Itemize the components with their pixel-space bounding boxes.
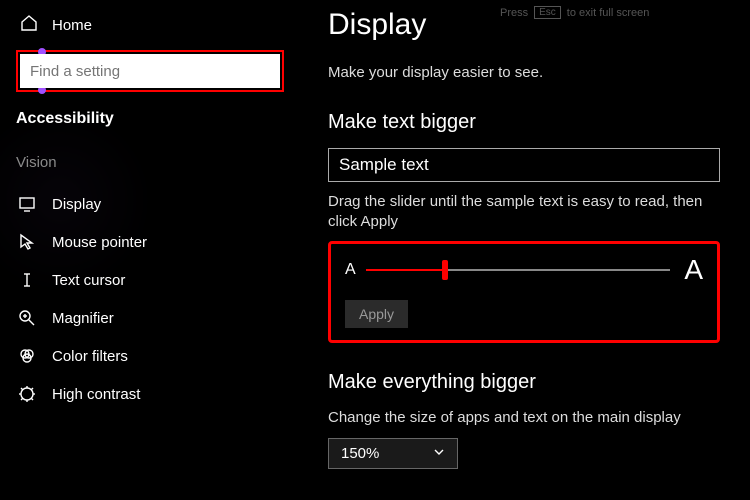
sidebar: Home Accessibility Vision Display Mouse …: [0, 0, 300, 500]
sidebar-item-high-contrast[interactable]: High contrast: [0, 375, 300, 413]
sidebar-item-label: Mouse pointer: [52, 234, 147, 251]
search-box[interactable]: [20, 54, 280, 88]
sample-text-box: Sample text: [328, 148, 720, 182]
slider-track[interactable]: [366, 269, 671, 271]
category-heading: Accessibility: [0, 106, 300, 150]
mouse-pointer-icon: [18, 233, 36, 251]
search-input[interactable]: [30, 63, 256, 80]
scale-dropdown[interactable]: 150%: [328, 438, 458, 469]
sidebar-item-mouse-pointer[interactable]: Mouse pointer: [0, 223, 300, 261]
sidebar-item-magnifier[interactable]: Magnifier: [0, 299, 300, 337]
search-icon: [256, 63, 270, 80]
sidebar-item-label: Color filters: [52, 348, 128, 365]
slider-max-label: A: [684, 254, 703, 286]
scale-value: 150%: [341, 445, 379, 462]
text-size-slider-highlight: A A Apply: [328, 241, 720, 343]
apply-button[interactable]: Apply: [345, 300, 408, 328]
slider-instruction: Drag the slider until the sample text is…: [328, 192, 720, 233]
section-heading-everything-bigger: Make everything bigger: [328, 371, 720, 394]
magnifier-icon: [18, 309, 36, 327]
slider-fill: [366, 269, 442, 271]
scale-instruction: Change the size of apps and text on the …: [328, 408, 720, 428]
fullscreen-hint: Press Esc to exit full screen: [500, 6, 649, 19]
sidebar-item-label: High contrast: [52, 386, 140, 403]
sidebar-item-label: Display: [52, 196, 101, 213]
text-size-slider[interactable]: A A: [345, 254, 703, 286]
nav-home[interactable]: Home: [0, 8, 300, 46]
group-label: Vision: [0, 150, 300, 185]
sidebar-item-label: Text cursor: [52, 272, 125, 289]
sidebar-item-display[interactable]: Display: [0, 185, 300, 223]
chevron-down-icon: [433, 445, 445, 462]
main-panel: Press Esc to exit full screen Display Ma…: [300, 0, 750, 500]
slider-min-label: A: [345, 261, 356, 279]
slider-thumb[interactable]: [442, 260, 448, 280]
search-highlight: [16, 50, 284, 92]
section-heading-text-bigger: Make text bigger: [328, 111, 720, 134]
home-icon: [20, 14, 38, 36]
page-subtitle: Make your display easier to see.: [328, 64, 720, 81]
sidebar-item-color-filters[interactable]: Color filters: [0, 337, 300, 375]
home-label: Home: [52, 17, 92, 34]
display-icon: [18, 195, 36, 213]
esc-key: Esc: [534, 6, 561, 19]
color-filters-icon: [18, 347, 36, 365]
high-contrast-icon: [18, 385, 36, 403]
sidebar-item-text-cursor[interactable]: Text cursor: [0, 261, 300, 299]
text-cursor-icon: [18, 271, 36, 289]
sidebar-item-label: Magnifier: [52, 310, 114, 327]
